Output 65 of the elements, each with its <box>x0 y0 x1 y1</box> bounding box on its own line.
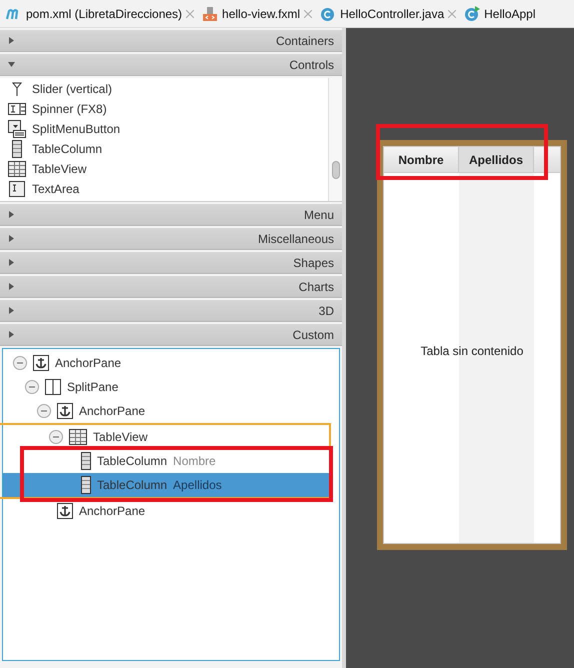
library-section-header[interactable]: 3D <box>0 300 342 322</box>
tree-item[interactable]: TableColumn Nombre <box>3 449 329 473</box>
library-section-header[interactable]: Containers <box>0 30 342 52</box>
collapsed-arrow-icon <box>8 307 15 314</box>
tree-item[interactable]: AnchorPane <box>3 399 331 423</box>
split-menu-button-icon <box>8 120 26 138</box>
node-type: SplitPane <box>67 379 118 396</box>
library-section-header[interactable]: Shapes <box>0 252 342 274</box>
split-pane-icon <box>45 379 61 395</box>
collapsed-arrow-icon <box>8 283 15 290</box>
class-icon <box>320 6 336 22</box>
node-type: AnchorPane <box>55 355 122 372</box>
table-view-icon <box>8 161 26 177</box>
tree-item[interactable]: AnchorPane <box>3 499 331 523</box>
collapsed-arrow-icon <box>8 235 15 242</box>
node-type: TableColumn <box>97 477 168 494</box>
library-section-header[interactable]: Charts <box>0 276 342 298</box>
library-item[interactable]: TableView <box>0 159 328 179</box>
anchor-icon <box>33 355 49 371</box>
collapsed-arrow-icon <box>8 259 15 266</box>
collapsed-arrow-icon <box>8 211 15 218</box>
editor-tab[interactable]: HelloController.java <box>320 4 456 22</box>
anchor-icon <box>57 403 73 419</box>
table-column-icon <box>81 476 91 494</box>
library-section-header[interactable]: Custom <box>0 324 342 346</box>
table-column-icon <box>12 140 22 158</box>
scrollbar[interactable] <box>328 78 342 201</box>
anchor-icon <box>57 503 73 519</box>
tree-item[interactable]: TableColumn Apellidos <box>3 473 329 497</box>
collapse-icon[interactable] <box>25 380 39 394</box>
tree-item[interactable]: AnchorPane <box>3 351 331 375</box>
node-type: AnchorPane <box>79 403 146 420</box>
library-section-header[interactable]: Menu <box>0 204 342 226</box>
editor-tab[interactable]: pom.xml (LibretaDirecciones) <box>6 4 194 22</box>
collapse-icon[interactable] <box>13 356 27 370</box>
library-section-header[interactable]: Controls <box>0 54 342 76</box>
table-view-icon <box>69 429 87 445</box>
library-item[interactable]: TextArea <box>0 179 328 199</box>
library-section-header[interactable]: Miscellaneous <box>0 228 342 250</box>
expanded-arrow-icon <box>8 61 15 68</box>
library-item[interactable]: TableColumn <box>0 139 328 159</box>
column-header[interactable]: Apellidos <box>459 147 534 172</box>
collapsed-arrow-icon <box>8 331 15 338</box>
node-type: AnchorPane <box>79 503 146 520</box>
editor-tab[interactable]: hello-view.fxml <box>202 4 312 22</box>
spinner-icon <box>8 103 26 115</box>
tree-item[interactable]: SplitPane <box>3 375 331 399</box>
slider-icon <box>10 82 24 96</box>
text-area-icon <box>9 181 25 197</box>
node-name: Apellidos <box>173 477 222 494</box>
node-type: TableView <box>93 429 148 446</box>
collapse-icon[interactable] <box>37 404 51 418</box>
library-item[interactable]: Spinner (FX8) <box>0 99 328 119</box>
empty-table-message: Tabla sin contenido <box>420 343 524 360</box>
collapsed-arrow-icon <box>8 37 15 44</box>
library-item[interactable]: SplitMenuButton <box>0 119 328 139</box>
file-icon <box>202 6 218 22</box>
node-type: TableColumn <box>97 453 168 470</box>
collapse-icon[interactable] <box>49 430 63 444</box>
class-run-icon <box>464 6 480 22</box>
table-column-icon <box>81 452 91 470</box>
tree-item[interactable]: TableView <box>3 425 329 449</box>
node-name: Nombre <box>173 453 216 470</box>
library-item[interactable]: Slider (vertical) <box>0 79 328 99</box>
editor-tab[interactable]: HelloAppl <box>464 4 536 22</box>
